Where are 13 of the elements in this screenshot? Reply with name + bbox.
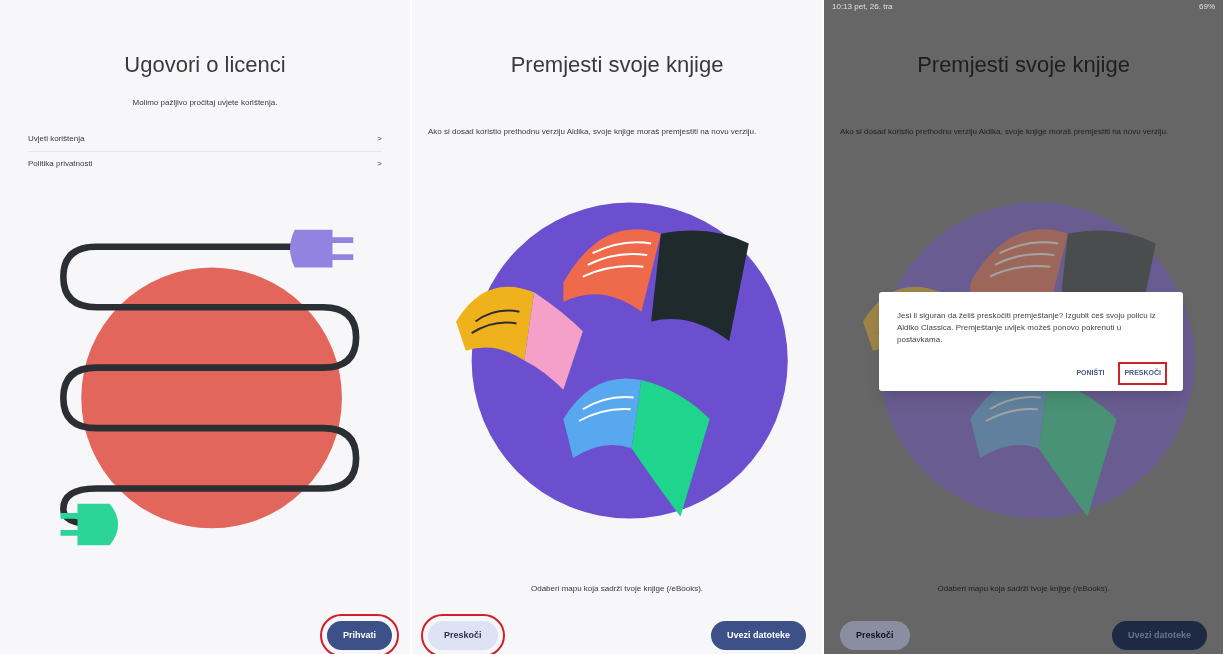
- subtitle: Molimo pažljivo pročitaj uvjete korištenja.: [131, 97, 279, 109]
- settings-link[interactable]: Politika privatnosti >: [28, 152, 382, 176]
- settings-link[interactable]: Uvjeti korištenja >: [28, 127, 382, 152]
- screen-title: Premjesti svoje knjige: [916, 51, 1131, 79]
- action-button[interactable]: Preskoči: [840, 620, 910, 650]
- description: Ako si dosad koristio prethodnu verziju Aldika, svoje knjige moraš premjestiti na novu verziju.: [427, 126, 758, 138]
- prompt-text: Odaberi mapu koja sadrži tvoje knjige (/eBooks).: [529, 582, 705, 595]
- dialog-message: Jesi li siguran da želiš preskočiti premještanje? Izgubit ćeš svoju policu iz Aldiko Classica. Premještanje uvijek možeš ponovo pokrenuti u postavkama.: [897, 310, 1157, 346]
- battery-level: 69%: [1199, 1, 1215, 13]
- status-time: 10:13 pet, 26. tra: [832, 1, 893, 13]
- screen-title: Ugovori o licenci: [123, 51, 287, 79]
- screen-title: Premjesti svoje knjige: [509, 51, 725, 79]
- action-button[interactable]: Uvezi datoteke: [710, 620, 806, 650]
